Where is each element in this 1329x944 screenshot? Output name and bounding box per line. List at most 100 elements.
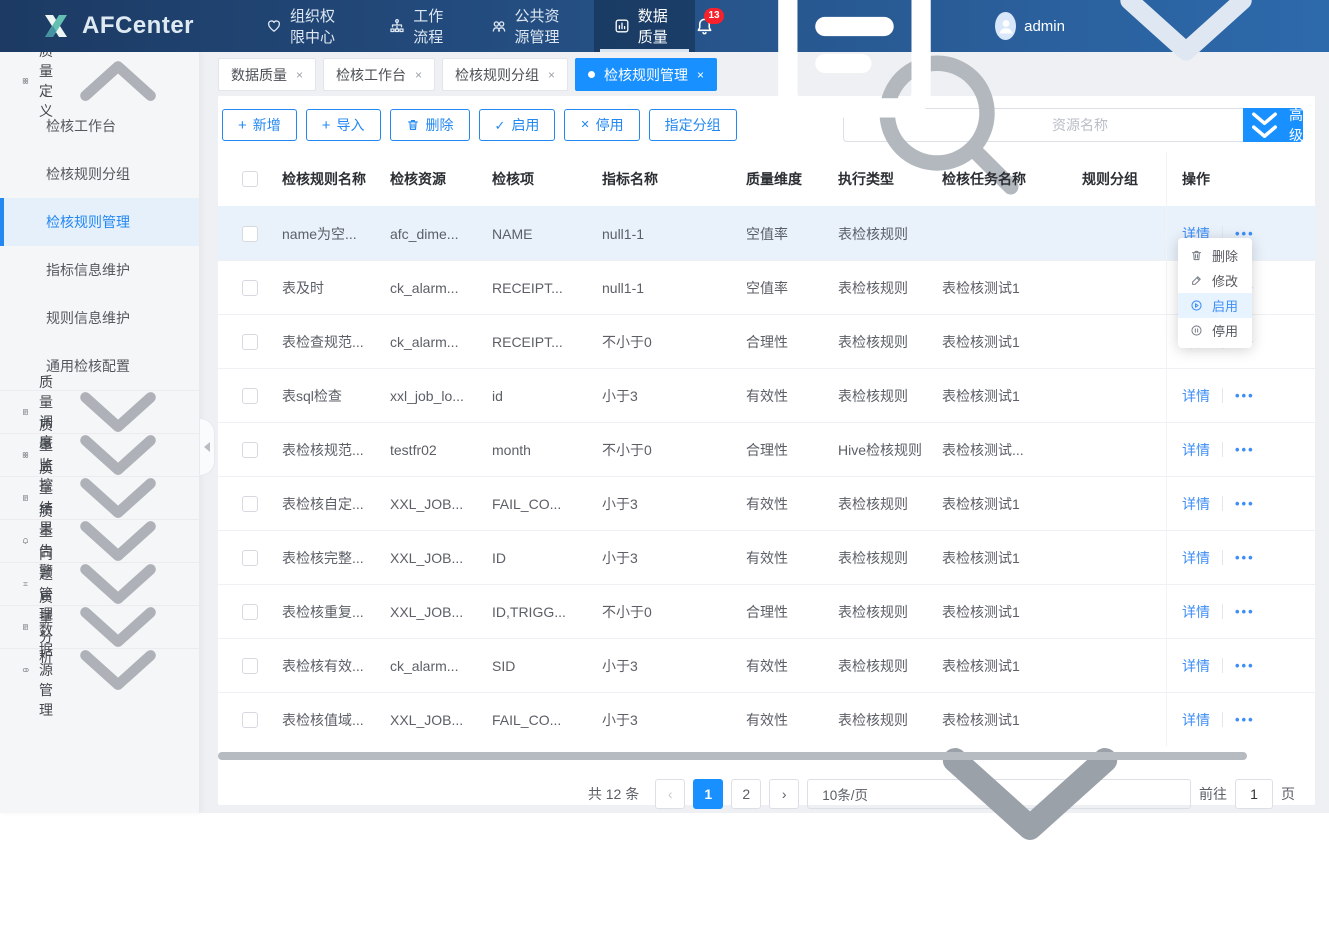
nav-item-公共资源管理[interactable]: 公共资源管理 [471,0,594,52]
goto-page-input[interactable] [1235,779,1273,809]
cell: 有效性 [746,710,838,730]
table-row[interactable]: 表检核重复...XXL_JOB...ID,TRIGG...不小于0合理性表检核规… [218,584,1315,638]
tab-close-icon[interactable]: × [415,68,422,82]
tab-检核工作台[interactable]: 检核工作台 × [323,58,435,91]
nav-item-数据质量[interactable]: 数据质量 [594,0,695,52]
scrollbar-thumb[interactable] [218,752,1247,760]
detail-link[interactable]: 详情 [1182,656,1210,676]
sidebar-item-规则信息维护[interactable]: 规则信息维护 [0,294,199,342]
total-count: 共 12 条 [588,784,639,804]
menu-item-label: 启用 [1212,296,1238,315]
row-checkbox[interactable] [242,604,258,620]
tab-检核规则分组[interactable]: 检核规则分组 × [442,58,568,91]
nav-item-label: 组织权限中心 [290,5,349,47]
sidebar-item-指标信息维护[interactable]: 指标信息维护 [0,246,199,294]
detail-link[interactable]: 详情 [1182,440,1210,460]
cell: xxl_job_lo... [390,388,492,404]
删除-button[interactable]: 删除 [390,109,470,141]
action-cell: 详情••• [1166,369,1315,422]
table-row[interactable]: name为空...afc_dime...NAMEnull1-1空值率表检核规则详… [218,206,1315,260]
row-checkbox[interactable] [242,712,258,728]
page-button-2[interactable]: 2 [731,779,761,809]
db-icon [22,662,29,678]
cell: 表检核规则 [838,332,942,352]
cell: 表检核测试1 [942,602,1082,622]
next-page-button[interactable]: › [769,779,799,809]
detail-link[interactable]: 详情 [1182,494,1210,514]
tab-close-icon[interactable]: × [697,68,704,82]
tab-检核规则管理[interactable]: 检核规则管理× [575,58,717,91]
menu-item-label: 删除 [1212,246,1238,265]
detail-link[interactable]: 详情 [1182,602,1210,622]
sidebar-group-质量定义[interactable]: 质量定义 [0,60,199,102]
tab-label: 检核工作台 [336,65,406,85]
page-button-1[interactable]: 1 [693,779,723,809]
button-label: 导入 [337,115,365,135]
table-row[interactable]: 表检查规范...ck_alarm...RECEIPT...不小于0合理性表检核规… [218,314,1315,368]
page-numbers: 12 [693,779,761,809]
cell: Hive检核规则 [838,440,942,460]
nav-item-组织权限中心[interactable]: 组织权限中心 [246,0,369,52]
active-tab-dot [588,71,595,78]
sidebar-item-检核工作台[interactable]: 检核工作台 [0,102,199,150]
table-row[interactable]: 表检核完整...XXL_JOB...ID小于3有效性表检核规则表检核测试1详情•… [218,530,1315,584]
menu-item-停用[interactable]: 停用 [1178,318,1252,343]
sidebar-item-通用检核配置[interactable]: 通用检核配置 [0,342,199,390]
detail-link[interactable]: 详情 [1182,548,1210,568]
detail-link[interactable]: 详情 [1182,710,1210,730]
row-checkbox[interactable] [242,496,258,512]
nav-item-工作流程[interactable]: 工作流程 [369,0,470,52]
tab-数据质量[interactable]: 数据质量× [218,58,316,91]
notification-bell-icon[interactable]: 13 [695,17,714,36]
primary-nav: 组织权限中心工作流程公共资源管理数据质量 [246,0,695,52]
table-header: 检核规则名称检核资源检核项指标名称质量维度执行类型检核任务名称规则分组操作 [218,152,1315,206]
启用-button[interactable]: ✓启用 [479,109,556,141]
row-checkbox[interactable] [242,388,258,404]
table-row[interactable]: 表及时ck_alarm...RECEIPT...null1-1空值率表检核规则表… [218,260,1315,314]
lines-icon [22,576,29,592]
page-size-select[interactable]: 10条/页 [807,779,1191,809]
tab-close-icon[interactable]: × [296,68,303,82]
table-row[interactable]: 表检核自定...XXL_JOB...FAIL_CO...小于3有效性表检核规则表… [218,476,1315,530]
cell: 表检核测试1 [942,548,1082,568]
action-divider [1222,604,1223,619]
user-menu[interactable]: admin [995,0,1299,139]
row-checkbox[interactable] [242,334,258,350]
detail-link[interactable]: 详情 [1182,386,1210,406]
pagination: 共 12 条 ‹ 12 › 10条/页 前往 页 [218,761,1315,809]
horizontal-scrollbar [218,751,1315,761]
menu-item-删除[interactable]: 删除 [1178,243,1252,268]
afcenter-logo-icon [40,10,72,42]
row-checkbox[interactable] [242,280,258,296]
sidebar-item-检核规则管理[interactable]: 检核规则管理 [0,198,199,246]
select-all-checkbox[interactable] [242,171,258,187]
tab-label: 检核规则分组 [455,65,539,85]
row-checkbox[interactable] [242,442,258,458]
menu-item-启用[interactable]: 启用 [1178,293,1252,318]
停用-button[interactable]: ✕停用 [564,109,639,141]
cell: 不小于0 [602,332,746,352]
指定分组-button[interactable]: 指定分组 [649,109,737,141]
sidebar: 质量定义检核工作台检核规则分组检核规则管理指标信息维护规则信息维护通用检核配置质… [0,52,200,813]
prev-page-button[interactable]: ‹ [655,779,685,809]
row-checkbox[interactable] [242,658,258,674]
table-row[interactable]: 表sql检查xxl_job_lo...id小于3有效性表检核规则表检核测试1详情… [218,368,1315,422]
row-checkbox[interactable] [242,550,258,566]
sidebar-item-检核规则分组[interactable]: 检核规则分组 [0,150,199,198]
button-label: 删除 [426,115,454,135]
table-row[interactable]: 表检核规范...testfr02month不小于0合理性Hive检核规则表检核测… [218,422,1315,476]
新增-button[interactable]: +新增 [222,109,297,141]
action-divider [1222,658,1223,673]
plus-icon: + [322,118,331,133]
menu-item-修改[interactable]: 修改 [1178,268,1252,293]
document-list-icon[interactable] [736,0,973,144]
action-cell: 详情••• [1166,423,1315,476]
导入-button[interactable]: + 导入 [306,109,381,141]
app-root: AFCenter 组织权限中心工作流程公共资源管理数据质量 13 admin 质… [0,0,1329,813]
tab-close-icon[interactable]: × [548,68,555,82]
row-checkbox[interactable] [242,226,258,242]
brand[interactable]: AFCenter [0,0,222,52]
sidebar-group-数据源管理[interactable]: 数据源管理 [0,649,199,691]
sidebar-collapse-handle[interactable] [200,418,215,476]
cell: 表检核规则 [838,386,942,406]
